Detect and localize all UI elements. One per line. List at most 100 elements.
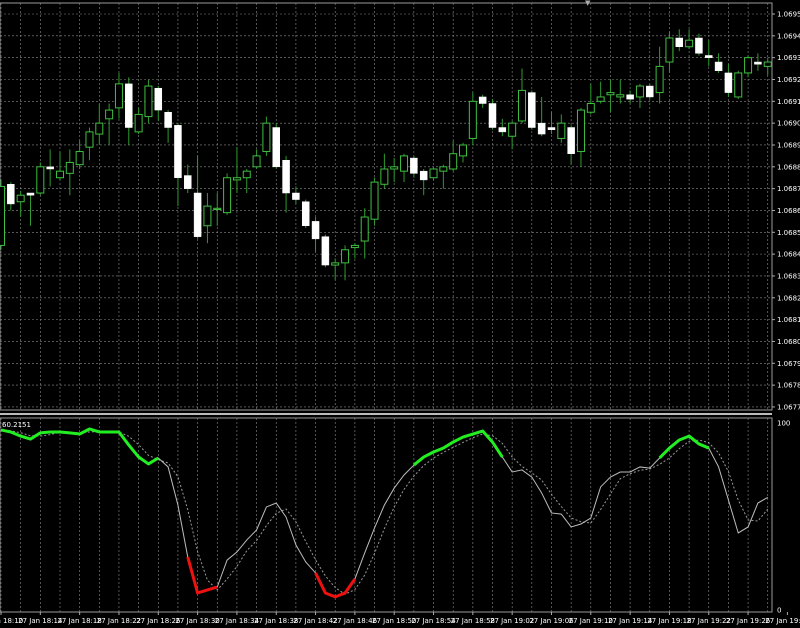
candle bbox=[125, 77, 133, 145]
price-tick-label: 1.06935 bbox=[777, 54, 800, 62]
time-tick-label: 27 Jan 18:42 bbox=[293, 617, 337, 625]
candle bbox=[596, 81, 605, 104]
candle bbox=[380, 153, 389, 189]
candle-body-bear bbox=[754, 61, 762, 65]
candle-body-bull bbox=[606, 92, 615, 96]
candle bbox=[95, 103, 104, 145]
time-tick-label: 27 Jan 18:18 bbox=[57, 617, 101, 625]
candle bbox=[134, 107, 143, 135]
candle-body-bear bbox=[164, 111, 172, 128]
candle bbox=[390, 158, 399, 183]
candle-body-bear bbox=[7, 184, 15, 205]
candle bbox=[400, 153, 409, 183]
candle-body-bear bbox=[46, 166, 54, 170]
candle-body-bear bbox=[301, 201, 310, 227]
candle bbox=[557, 114, 566, 143]
candle bbox=[685, 29, 694, 49]
time-tick-label: 27 Jan 18:54 bbox=[411, 617, 456, 625]
candle bbox=[114, 72, 123, 119]
candle bbox=[55, 151, 64, 180]
candle-body-bull bbox=[144, 85, 153, 118]
candle bbox=[282, 155, 290, 213]
candle bbox=[488, 99, 497, 130]
candle-body-bull bbox=[252, 155, 261, 168]
candle bbox=[675, 29, 684, 52]
candle-body-bull bbox=[390, 166, 399, 170]
candle bbox=[301, 199, 310, 228]
candle-body-bear bbox=[537, 122, 546, 135]
candle bbox=[478, 94, 487, 108]
candle bbox=[311, 217, 320, 252]
indicator-panel-frame bbox=[0, 417, 773, 613]
trading-chart[interactable]: 1.06955 1.06945 1.06935 1.06925 1.06915 1.069… bbox=[0, 0, 800, 628]
candle-body-bear bbox=[567, 127, 575, 154]
candle-body-bear bbox=[26, 192, 35, 196]
candle-body-bear bbox=[154, 87, 163, 111]
price-tick-label: 1.06905 bbox=[777, 120, 800, 128]
candle bbox=[724, 64, 733, 97]
candle bbox=[193, 155, 202, 239]
candle-body-bull bbox=[616, 94, 625, 98]
candle-body-bull bbox=[400, 155, 409, 172]
candle-body-bull bbox=[429, 168, 438, 179]
candle bbox=[46, 149, 54, 187]
candle-body-bull bbox=[114, 83, 123, 109]
candle bbox=[272, 123, 280, 169]
candle-body-bull bbox=[744, 57, 753, 74]
price-tick-label: 1.06795 bbox=[777, 360, 800, 368]
candle bbox=[714, 53, 723, 73]
candle-body-bear bbox=[488, 103, 497, 128]
candle-body-bull bbox=[203, 205, 212, 227]
candle-body-bull bbox=[213, 207, 222, 210]
candle-body-bull bbox=[331, 262, 340, 266]
price-tick-label: 1.06845 bbox=[777, 251, 800, 259]
candle bbox=[439, 164, 448, 189]
overbought-highlight bbox=[658, 434, 710, 460]
price-tick-label: 1.06945 bbox=[777, 32, 800, 40]
candle bbox=[537, 96, 546, 137]
candle bbox=[0, 179, 5, 250]
candle bbox=[164, 110, 172, 143]
candle bbox=[370, 177, 379, 226]
time-tick-label: 27 Jan 19:18 bbox=[647, 617, 691, 625]
candle-body-bear bbox=[528, 92, 536, 128]
candle bbox=[754, 53, 762, 71]
candle bbox=[16, 190, 25, 218]
candle-body-bull bbox=[16, 194, 25, 203]
chart-shift-marker-icon[interactable]: ▼ bbox=[585, 0, 590, 7]
candle-body-bull bbox=[665, 37, 674, 63]
candle bbox=[410, 155, 418, 178]
candle bbox=[350, 243, 359, 259]
price-tick-label: 1.06835 bbox=[777, 272, 800, 280]
candle-body-bear bbox=[626, 94, 634, 100]
candle-body-bear bbox=[547, 127, 556, 130]
candle-body-bear bbox=[705, 55, 713, 58]
candle-body-bull bbox=[459, 144, 468, 157]
candle bbox=[174, 123, 182, 207]
candle bbox=[517, 68, 526, 124]
candle-body-bull bbox=[380, 168, 389, 185]
candle-body-bull bbox=[586, 103, 595, 113]
candle-body-bull bbox=[655, 65, 664, 94]
candle bbox=[85, 127, 94, 161]
candle-body-bull bbox=[75, 151, 84, 166]
price-tick-label: 1.06915 bbox=[777, 98, 800, 106]
candle-body-bear bbox=[321, 236, 330, 266]
candle bbox=[419, 168, 428, 196]
price-tick-label: 1.06825 bbox=[777, 294, 800, 302]
candle-body-bull bbox=[232, 177, 241, 181]
candle-body-bear bbox=[174, 125, 182, 178]
candle bbox=[695, 33, 703, 56]
candle bbox=[586, 83, 595, 115]
candle bbox=[203, 193, 212, 244]
time-tick-label: 27 Jan 19:02 bbox=[490, 617, 534, 625]
signal-line bbox=[0, 429, 769, 595]
candle bbox=[655, 46, 664, 104]
time-tick-label: 27 Jan 18:14 bbox=[18, 617, 63, 625]
candle-body-bear bbox=[675, 37, 684, 47]
candle-body-bear bbox=[292, 192, 300, 200]
candle-body-bull bbox=[635, 85, 644, 98]
candle-body-bull bbox=[0, 185, 5, 246]
price-panel-frame bbox=[0, 2, 773, 411]
candle bbox=[213, 193, 222, 226]
